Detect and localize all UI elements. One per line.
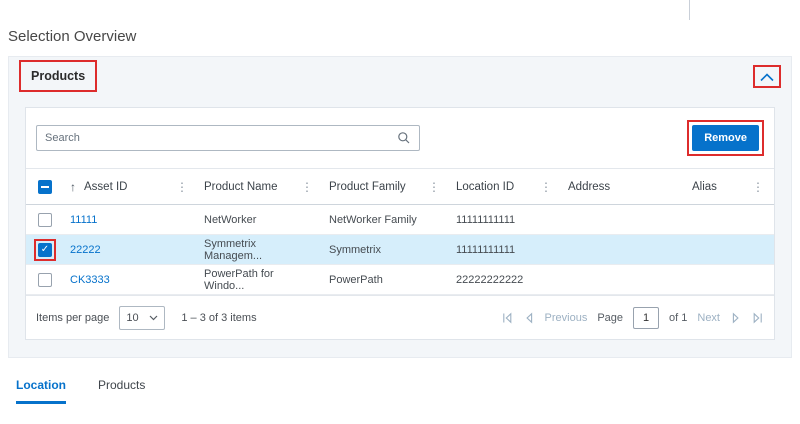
- products-table: ↑ Asset ID ⋮ Product Name ⋮ Produc: [26, 168, 774, 295]
- column-header-alias[interactable]: Alias ⋮: [686, 169, 774, 205]
- column-header-product-family[interactable]: Product Family ⋮: [323, 169, 450, 205]
- column-menu-icon[interactable]: ⋮: [748, 180, 768, 194]
- items-per-page-label: Items per page: [36, 312, 109, 324]
- address-cell: [562, 235, 686, 265]
- pagination-bar: Items per page 10 1 – 3 of 3 items Previ…: [26, 295, 774, 339]
- next-page-icon[interactable]: [730, 312, 742, 324]
- annotation-box: Remove: [687, 120, 764, 156]
- column-menu-icon[interactable]: ⋮: [536, 180, 556, 194]
- product-name-cell: NetWorker: [198, 205, 323, 235]
- column-menu-icon[interactable]: ⋮: [172, 180, 192, 194]
- annotation-box: [34, 239, 56, 261]
- location-id-cell: 22222222222: [450, 265, 562, 295]
- page-of-label: of 1: [669, 312, 687, 324]
- previous-page-icon[interactable]: [523, 312, 535, 324]
- search-box: [36, 125, 420, 151]
- product-family-cell: NetWorker Family: [323, 205, 450, 235]
- page-number-input[interactable]: [633, 307, 659, 329]
- table-row[interactable]: 11111 NetWorker NetWorker Family 1111111…: [26, 205, 774, 235]
- column-label: Product Name: [204, 181, 278, 193]
- alias-cell: [686, 205, 774, 235]
- annotation-box: [753, 65, 781, 88]
- pager-controls: Previous Page of 1 Next: [501, 307, 764, 329]
- column-header-asset-id[interactable]: ↑ Asset ID ⋮: [64, 169, 198, 205]
- column-label: Alias: [692, 181, 717, 193]
- column-label: Asset ID: [84, 181, 127, 193]
- location-id-cell: 11111111111: [450, 205, 562, 235]
- row-checkbox[interactable]: [38, 273, 52, 287]
- collapse-chevron-up-icon[interactable]: [760, 73, 774, 82]
- tab-location[interactable]: Location: [16, 378, 66, 404]
- column-menu-icon[interactable]: ⋮: [424, 180, 444, 194]
- product-name-cell: PowerPath for Windo...: [198, 265, 323, 295]
- pagination-range-text: 1 – 3 of 3 items: [181, 312, 256, 324]
- column-menu-icon[interactable]: ⋮: [297, 180, 317, 194]
- search-icon: [397, 131, 419, 145]
- location-id-cell: 11111111111: [450, 235, 562, 265]
- product-family-cell: PowerPath: [323, 265, 450, 295]
- page-title: Selection Overview: [8, 28, 136, 45]
- remove-button[interactable]: Remove: [692, 125, 759, 151]
- top-edge-divider: [689, 0, 690, 20]
- address-cell: [562, 265, 686, 295]
- column-label: Product Family: [329, 181, 406, 193]
- last-page-icon[interactable]: [752, 312, 764, 324]
- annotation-box: Products: [19, 60, 97, 92]
- first-page-icon[interactable]: [501, 312, 513, 324]
- search-input[interactable]: [37, 132, 397, 144]
- datagrid-toolbar: Remove: [26, 108, 774, 168]
- products-panel: Products Remove: [8, 56, 792, 358]
- product-name-cell: Symmetrix Managem...: [198, 235, 323, 265]
- row-checkbox[interactable]: [38, 213, 52, 227]
- alias-cell: [686, 265, 774, 295]
- items-per-page-value: 10: [126, 312, 138, 324]
- column-label: Location ID: [456, 181, 514, 193]
- panel-title: Products: [31, 69, 85, 83]
- panel-header: Products: [9, 57, 791, 95]
- asset-id-link[interactable]: 22222: [70, 244, 101, 256]
- tab-products[interactable]: Products: [98, 378, 145, 404]
- next-button[interactable]: Next: [697, 312, 720, 324]
- address-cell: [562, 205, 686, 235]
- table-header-row: ↑ Asset ID ⋮ Product Name ⋮ Produc: [26, 169, 774, 205]
- select-all-checkbox[interactable]: [38, 180, 52, 194]
- alias-cell: [686, 235, 774, 265]
- table-row[interactable]: 22222 Symmetrix Managem... Symmetrix 111…: [26, 235, 774, 265]
- asset-id-link[interactable]: CK3333: [70, 274, 110, 286]
- column-header-address[interactable]: Address: [562, 169, 686, 205]
- datagrid-card: Remove ↑ Asset ID ⋮: [25, 107, 775, 340]
- column-header-location-id[interactable]: Location ID ⋮: [450, 169, 562, 205]
- column-header-product-name[interactable]: Product Name ⋮: [198, 169, 323, 205]
- table-row[interactable]: CK3333 PowerPath for Windo... PowerPath …: [26, 265, 774, 295]
- items-per-page-select[interactable]: 10: [119, 306, 165, 330]
- sort-ascending-icon: ↑: [70, 180, 76, 194]
- previous-button[interactable]: Previous: [545, 312, 588, 324]
- chevron-down-icon: [149, 315, 158, 321]
- bottom-tab-bar: Location Products: [16, 378, 145, 404]
- row-checkbox[interactable]: [38, 243, 52, 257]
- product-family-cell: Symmetrix: [323, 235, 450, 265]
- page-label: Page: [597, 312, 623, 324]
- asset-id-link[interactable]: 11111: [70, 214, 97, 226]
- column-label: Address: [568, 181, 610, 193]
